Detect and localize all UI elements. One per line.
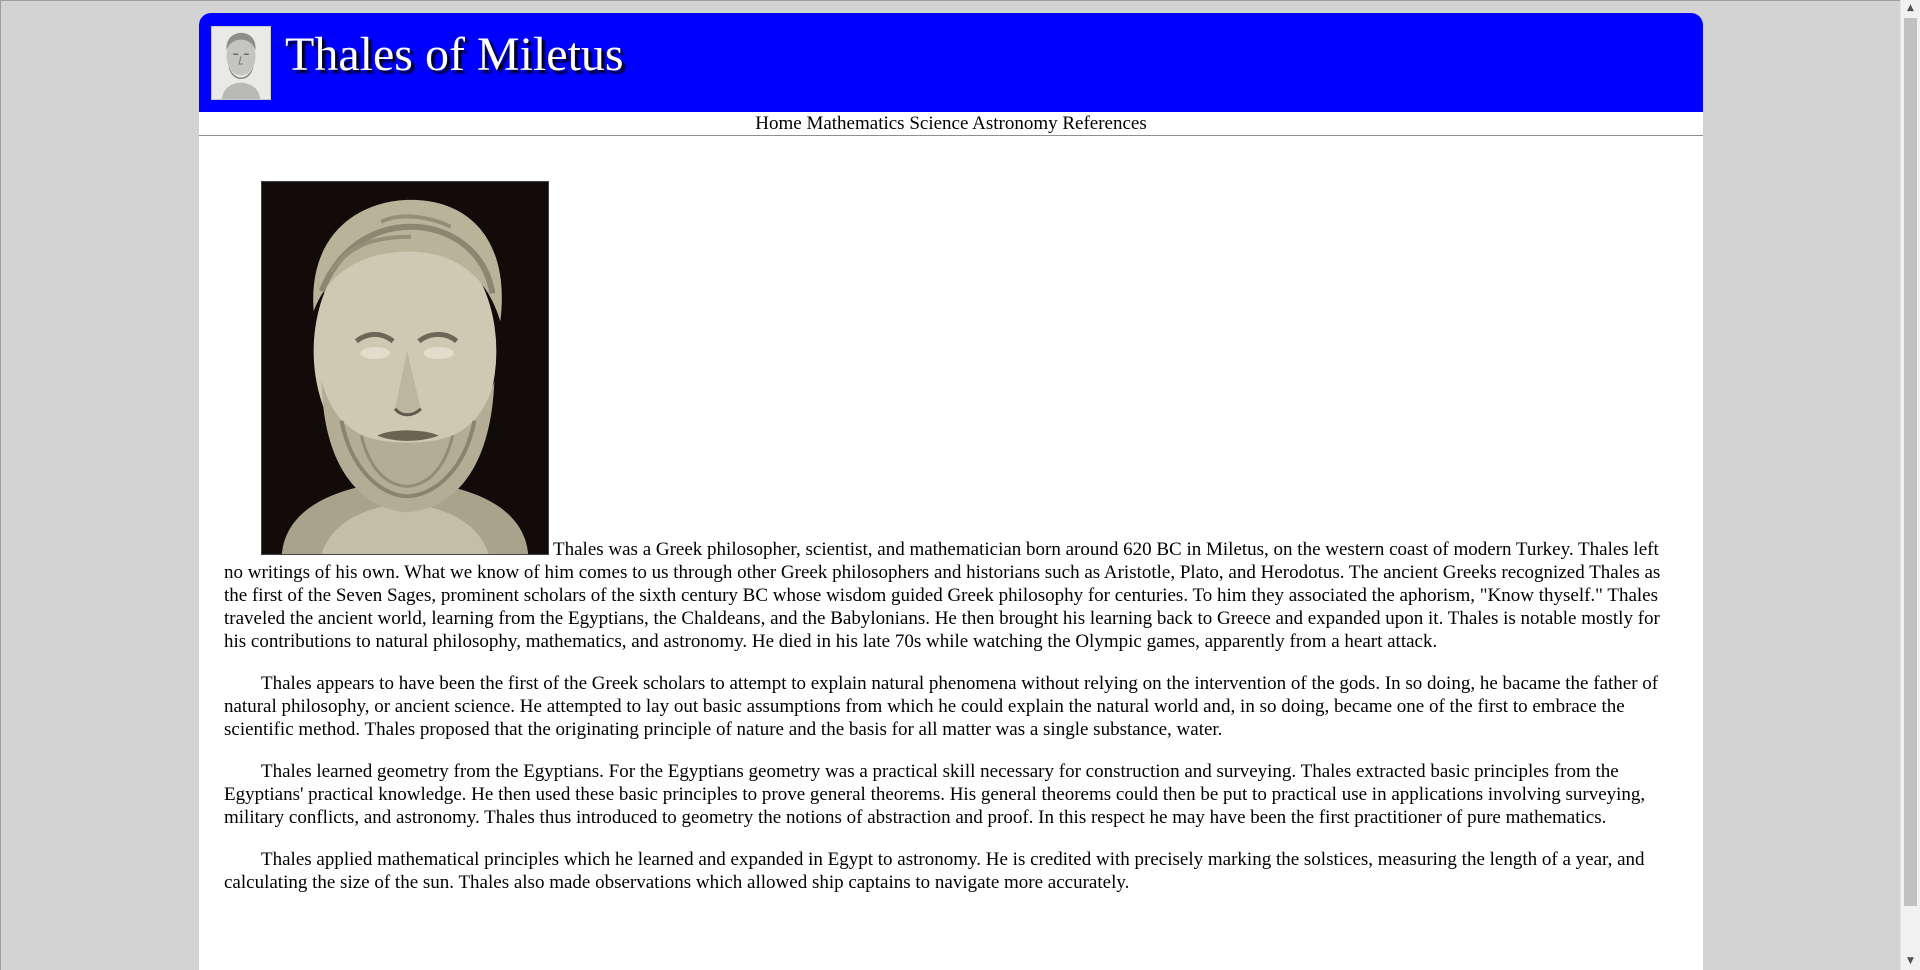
- natural-philosophy-paragraph: Thales appears to have been the first of…: [224, 673, 1659, 740]
- scroll-up-arrow-icon[interactable]: ▲: [1901, 0, 1920, 17]
- geometry-paragraph: Thales learned geometry from the Egyptia…: [224, 761, 1646, 828]
- bio-paragraph: Thales was a Greek philosopher, scientis…: [224, 181, 1671, 653]
- nav-science-link[interactable]: Science: [909, 113, 968, 134]
- nav-mathematics-link[interactable]: Mathematics: [806, 113, 904, 134]
- top-nav: Home Mathematics Science Astronomy Refer…: [199, 112, 1703, 136]
- bio-paragraph-text: Thales was a Greek philosopher, scientis…: [224, 539, 1661, 652]
- page-title: Thales of Miletus: [285, 28, 624, 81]
- thales-bust-thumbnail-icon: [211, 26, 271, 100]
- astronomy-paragraph: Thales applied mathematical principles w…: [224, 849, 1645, 893]
- vertical-scrollbar[interactable]: ▲ ▼: [1900, 0, 1920, 970]
- main-content: Thales was a Greek philosopher, scientis…: [199, 136, 1703, 894]
- browser-viewport: Thales of Miletus Home Mathematics Scien…: [0, 0, 1900, 970]
- thales-bust-portrait-icon: [261, 181, 549, 555]
- nav-astronomy-link[interactable]: Astronomy: [972, 113, 1058, 134]
- scrollbar-thumb[interactable]: [1904, 18, 1917, 906]
- scroll-down-arrow-icon[interactable]: ▼: [1901, 953, 1920, 970]
- nav-home-link[interactable]: Home: [755, 113, 801, 134]
- site-header: Thales of Miletus: [199, 13, 1703, 112]
- page-container: Thales of Miletus Home Mathematics Scien…: [199, 13, 1703, 970]
- nav-references-link[interactable]: References: [1062, 113, 1146, 134]
